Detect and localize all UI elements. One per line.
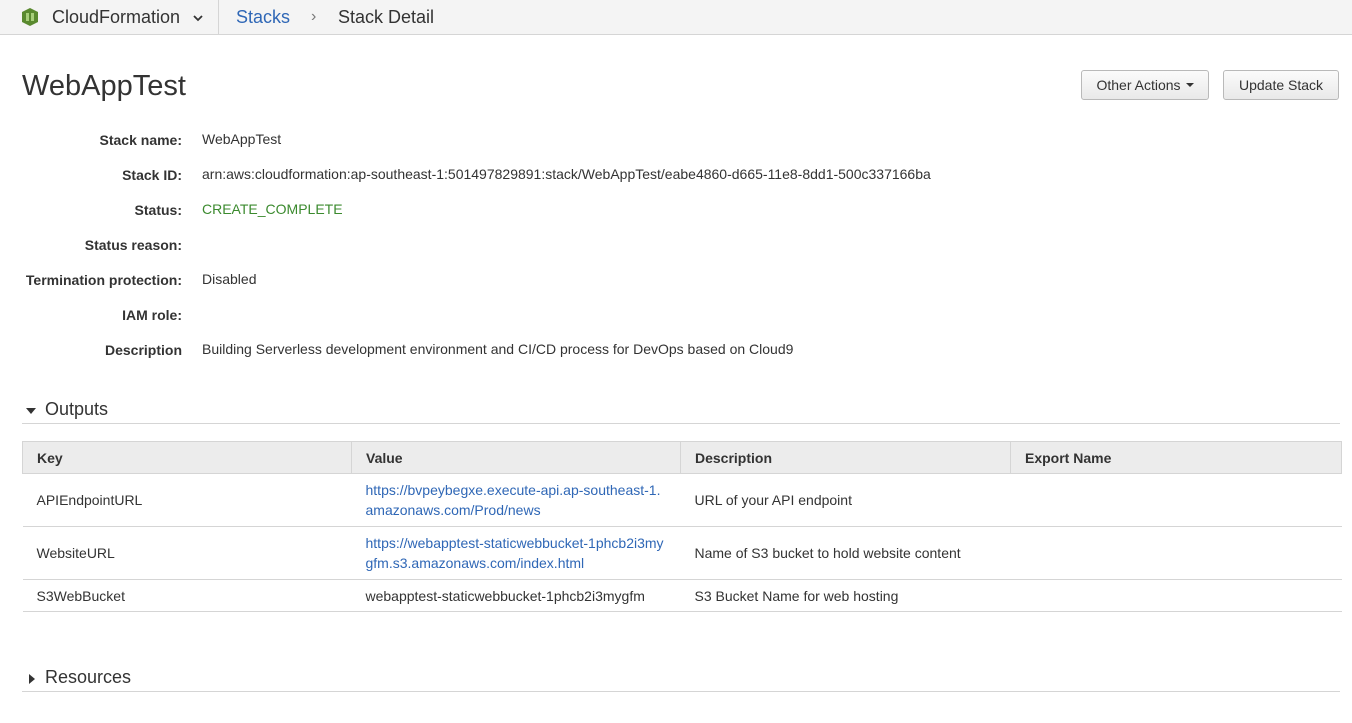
table-row: WebsiteURL https://webapptest-staticwebb… (22, 526, 1342, 580)
output-export-name (1010, 579, 1342, 612)
column-header-key: Key (22, 441, 352, 474)
service-name: CloudFormation (52, 7, 181, 27)
update-stack-label: Update Stack (1238, 77, 1324, 93)
resources-title[interactable]: Resources (45, 667, 131, 688)
output-value-cell: https://webapptest-staticwebbucket-1phcb… (351, 526, 681, 580)
detail-row-description: Description Building Serverless developm… (0, 341, 1352, 362)
detail-value: arn:aws:cloudformation:ap-southeast-1:50… (202, 166, 931, 182)
detail-row-stack-id: Stack ID: arn:aws:cloudformation:ap-sout… (0, 166, 1352, 187)
detail-value: Building Serverless development environm… (202, 341, 794, 357)
detail-value: Disabled (202, 271, 257, 287)
cloudformation-logo-icon[interactable] (22, 8, 38, 26)
caret-down-icon (1185, 83, 1194, 87)
outputs-table: Key Value Description Export Name APIEnd… (22, 441, 1342, 612)
table-row: APIEndpointURL https://bvpeybegxe.execut… (22, 473, 1342, 527)
outputs-section-header[interactable]: Outputs (22, 399, 1340, 424)
output-key: WebsiteURL (22, 526, 352, 580)
breadcrumb-stacks-link[interactable]: Stacks (236, 7, 290, 28)
other-actions-label: Other Actions (1096, 77, 1181, 93)
chevron-down-icon (193, 14, 203, 21)
detail-row-iam-role: IAM role: (0, 307, 1352, 327)
output-description: S3 Bucket Name for web hosting (680, 579, 1011, 612)
detail-label: Stack ID: (122, 167, 182, 183)
breadcrumb-separator: › (311, 8, 317, 25)
output-value-link[interactable]: https://webapptest-staticwebbucket-1phcb… (366, 535, 664, 571)
service-menu[interactable]: CloudFormation (52, 7, 204, 28)
detail-label: Status reason: (84, 237, 182, 253)
detail-row-status: Status: CREATE_COMPLETE (0, 201, 1352, 222)
detail-row-status-reason: Status reason: (0, 237, 1352, 257)
detail-row-termination-protection: Termination protection: Disabled (0, 271, 1352, 292)
output-value-link[interactable]: https://bvpeybegxe.execute-api.ap-southe… (366, 482, 661, 518)
column-header-export-name: Export Name (1010, 441, 1342, 474)
output-description: Name of S3 bucket to hold website conten… (680, 526, 1011, 580)
detail-label: Stack name: (99, 132, 182, 148)
topbar-divider (218, 0, 219, 34)
update-stack-button[interactable]: Update Stack (1223, 70, 1339, 100)
output-key: S3WebBucket (22, 579, 352, 612)
output-key: APIEndpointURL (22, 473, 352, 527)
output-value: webapptest-staticwebbucket-1phcb2i3mygfm (351, 579, 681, 612)
table-header-row: Key Value Description Export Name (22, 441, 1342, 474)
column-header-value: Value (351, 441, 681, 474)
outputs-title[interactable]: Outputs (45, 399, 108, 420)
detail-row-stack-name: Stack name: WebAppTest (0, 131, 1352, 152)
detail-label: Status: (134, 202, 182, 218)
resources-section-header[interactable]: Resources (22, 667, 1340, 692)
detail-value: WebAppTest (202, 131, 282, 147)
output-description: URL of your API endpoint (680, 473, 1011, 527)
triangle-down-icon (26, 408, 36, 414)
detail-label: Termination protection: (25, 272, 182, 288)
detail-label: Description (104, 342, 182, 358)
output-export-name (1010, 473, 1342, 527)
triangle-right-icon (29, 674, 35, 684)
table-row: S3WebBucket webapptest-staticwebbucket-1… (22, 579, 1342, 612)
status-value: CREATE_COMPLETE (202, 201, 343, 217)
other-actions-button[interactable]: Other Actions (1081, 70, 1209, 100)
top-navigation-bar: CloudFormation Stacks › Stack Detail (0, 0, 1352, 35)
output-value-cell: https://bvpeybegxe.execute-api.ap-southe… (351, 473, 681, 527)
page-title: WebAppTest (22, 70, 186, 102)
detail-label: IAM role: (122, 307, 182, 323)
column-header-description: Description (680, 441, 1011, 474)
breadcrumb-current: Stack Detail (338, 7, 435, 27)
output-export-name (1010, 526, 1342, 580)
